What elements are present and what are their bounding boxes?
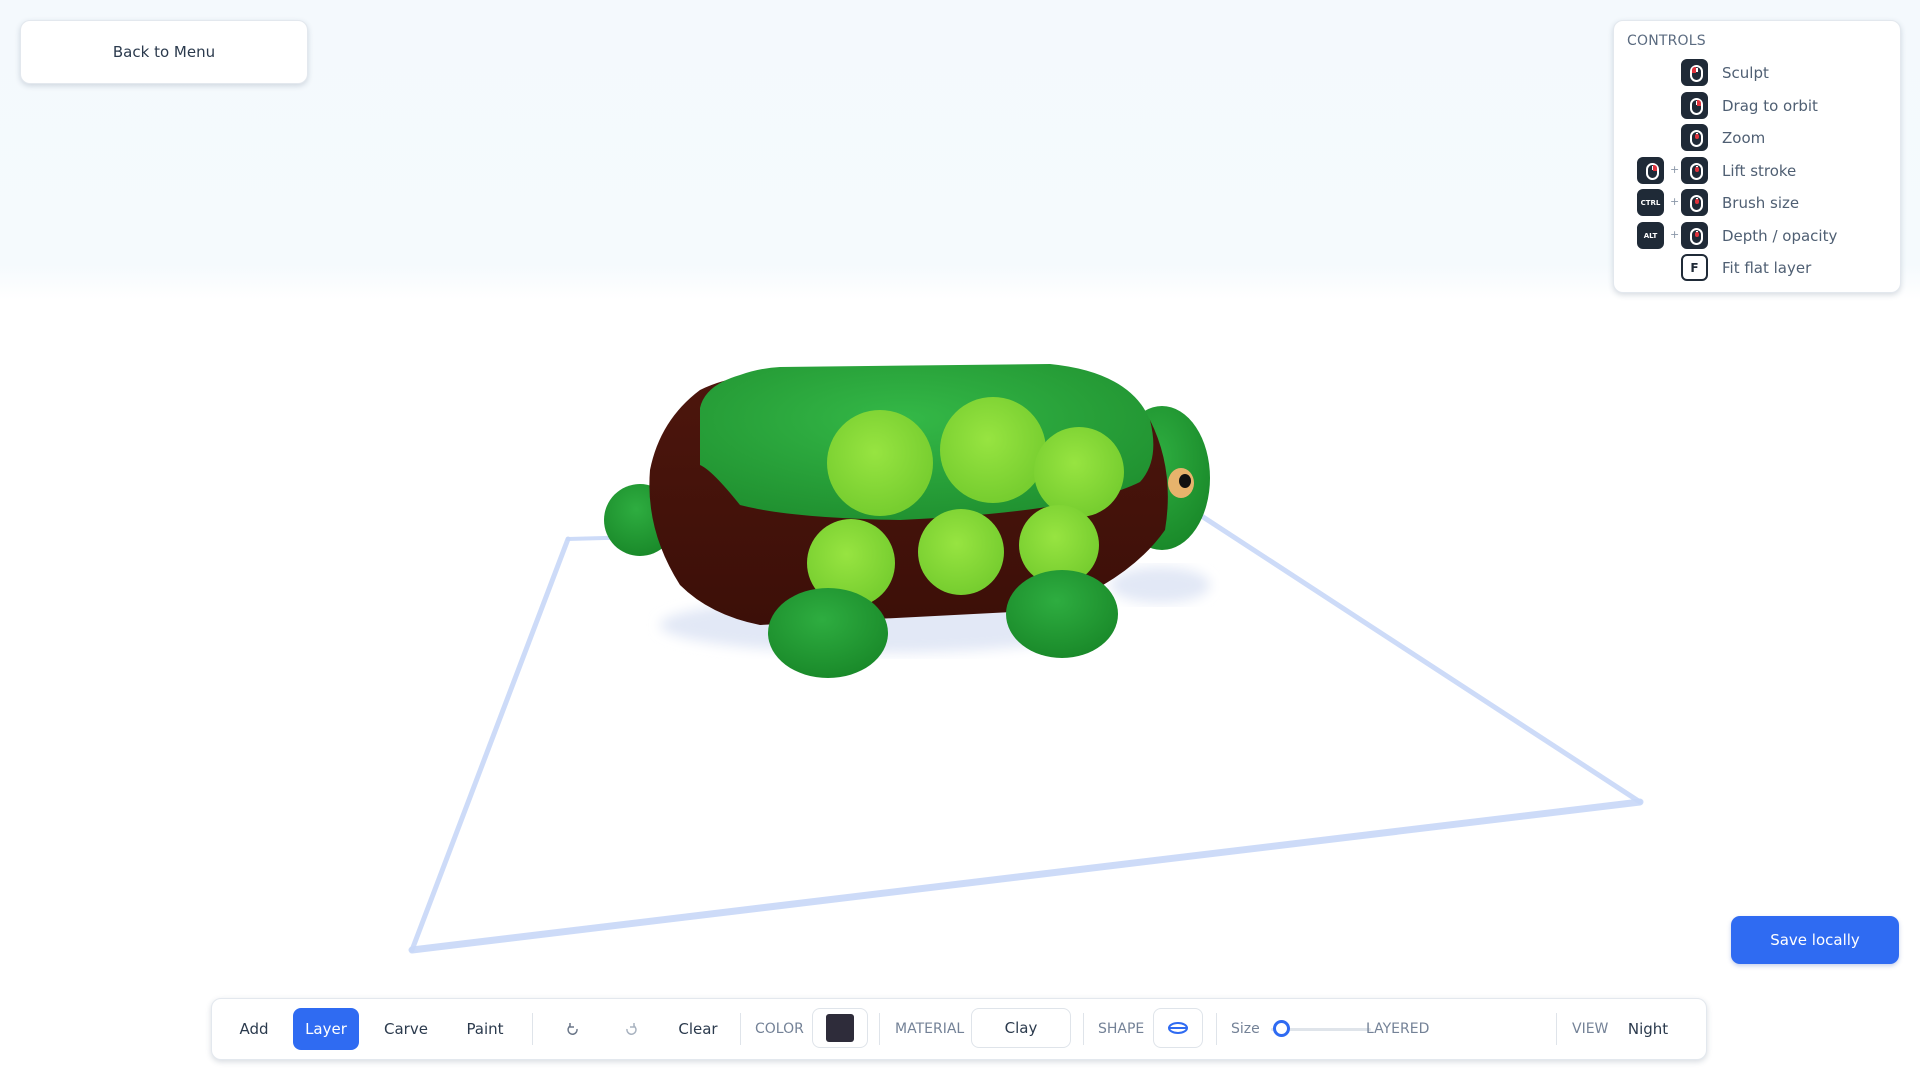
view-label: VIEW: [1572, 1021, 1609, 1037]
control-row-zoom: Zoom: [1614, 124, 1900, 152]
control-label: Brush size: [1722, 194, 1800, 212]
control-label: Lift stroke: [1722, 162, 1797, 180]
ctrl-key-icon: CTRL: [1637, 189, 1664, 216]
disc-shape-icon: [1168, 1022, 1188, 1034]
toolbar-divider: [1556, 1013, 1557, 1045]
right-click-mouse-icon: [1681, 92, 1708, 119]
toolbar-divider: [1216, 1013, 1217, 1045]
tool-carve-button[interactable]: Carve: [372, 999, 440, 1059]
save-locally-button[interactable]: Save locally: [1731, 916, 1899, 964]
toolbar-divider: [740, 1013, 741, 1045]
control-row-fit-flat: F Fit flat layer: [1614, 254, 1900, 282]
control-label: Depth / opacity: [1722, 227, 1838, 245]
shell-spot: [940, 397, 1046, 503]
control-label: Drag to orbit: [1722, 97, 1818, 115]
shape-select-button[interactable]: [1153, 1008, 1203, 1048]
f-key-icon: F: [1681, 254, 1708, 281]
layered-mode-label: LAYERED: [1366, 1021, 1430, 1037]
left-click-mouse-icon: [1681, 59, 1708, 86]
toolbar-divider: [879, 1013, 880, 1045]
plus-icon: +: [1670, 163, 1680, 176]
back-to-menu-button[interactable]: Back to Menu: [20, 20, 308, 84]
scroll-wheel-mouse-icon: [1681, 222, 1708, 249]
turtle-front-left-leg: [768, 588, 888, 678]
control-row-sculpt: Sculpt: [1614, 59, 1900, 87]
tool-layer-button[interactable]: Layer: [293, 1008, 359, 1050]
color-label: COLOR: [755, 1021, 804, 1037]
control-label: Sculpt: [1722, 64, 1769, 82]
control-row-depth-opacity: ALT + Depth / opacity: [1614, 222, 1900, 250]
undo-icon[interactable]: [558, 999, 588, 1059]
view-mode-button[interactable]: Night: [1625, 999, 1671, 1059]
color-swatch: [826, 1014, 854, 1042]
alt-key-icon: ALT: [1637, 222, 1664, 249]
color-swatch-button[interactable]: [812, 1008, 868, 1048]
controls-panel: CONTROLS Sculpt Drag to orbit Zoom + Lif…: [1613, 20, 1901, 293]
bottom-toolbar: Add Layer Carve Paint Clear COLOR MATERI…: [211, 998, 1707, 1060]
material-select[interactable]: Clay: [971, 1008, 1071, 1048]
plus-icon: +: [1670, 228, 1680, 241]
shell-spot: [918, 509, 1004, 595]
control-row-brush-size: CTRL + Brush size: [1614, 189, 1900, 217]
controls-title: CONTROLS: [1627, 33, 1706, 49]
shell-spot: [1034, 427, 1124, 517]
plus-icon: +: [1670, 195, 1680, 208]
scroll-wheel-mouse-icon: [1681, 157, 1708, 184]
shell-spot: [827, 410, 933, 516]
material-label: MATERIAL: [895, 1021, 965, 1037]
turtle-pupil: [1179, 474, 1191, 488]
size-slider-thumb[interactable]: [1273, 1020, 1290, 1037]
scroll-wheel-mouse-icon: [1681, 189, 1708, 216]
scroll-wheel-mouse-icon: [1681, 124, 1708, 151]
model-shadow-right: [1110, 567, 1210, 603]
turtle-front-right-leg: [1006, 570, 1118, 658]
redo-icon[interactable]: [616, 999, 646, 1059]
control-row-lift-stroke: + Lift stroke: [1614, 157, 1900, 185]
clear-button[interactable]: Clear: [667, 999, 729, 1059]
tool-add-button[interactable]: Add: [228, 999, 280, 1059]
control-label: Zoom: [1722, 129, 1766, 147]
size-label: Size: [1231, 1021, 1260, 1037]
shape-label: SHAPE: [1098, 1021, 1145, 1037]
right-click-mouse-icon: [1637, 157, 1664, 184]
control-label: Fit flat layer: [1722, 259, 1812, 277]
control-row-orbit: Drag to orbit: [1614, 92, 1900, 120]
tool-paint-button[interactable]: Paint: [452, 999, 518, 1059]
toolbar-divider: [1083, 1013, 1084, 1045]
toolbar-divider: [532, 1013, 533, 1045]
